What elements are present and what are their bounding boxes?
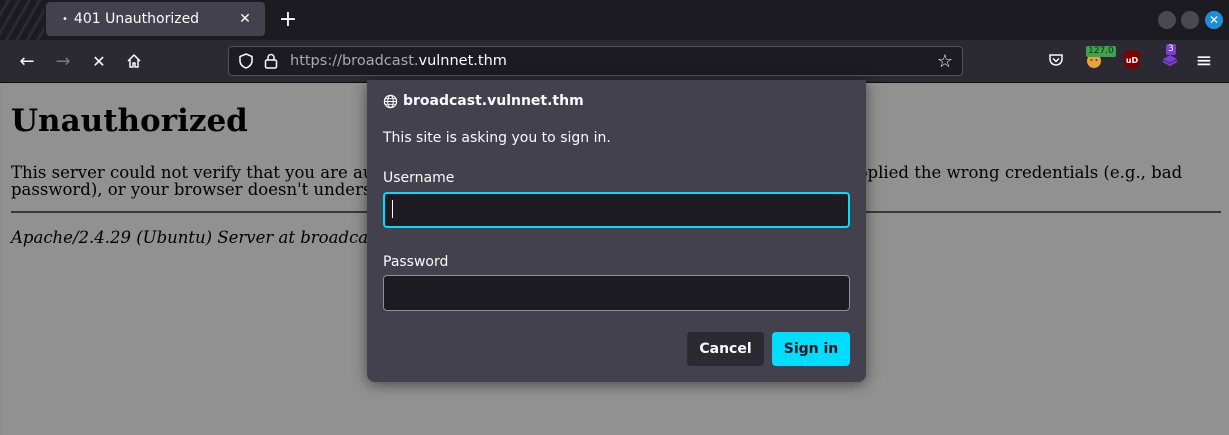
new-tab-button[interactable]: + [276,6,300,32]
window-maximize-button[interactable] [1181,11,1199,29]
pocket-button[interactable] [1046,50,1066,70]
ublock-shield-icon: uD [1124,51,1140,69]
home-icon [127,54,141,68]
purple-extension-badge: 3 [1166,44,1176,55]
auth-dialog: broadcast.vulnnet.thm This site is askin… [367,80,866,382]
globe-icon [383,94,398,108]
home-button[interactable] [122,49,146,73]
menu-hamburger-icon[interactable]: ≡ [1194,48,1214,72]
sign-in-button[interactable]: Sign in [772,332,850,366]
url-host: vulnnet.thm [418,53,507,69]
text-caret [392,200,393,218]
dialog-host: broadcast.vulnnet.thm [383,93,584,109]
window-close-button[interactable]: ✕ [1205,11,1223,29]
url-bar[interactable]: https://broadcast.vulnnet.thm ☆ [228,46,963,76]
url-text[interactable]: https://broadcast.vulnnet.thm [290,53,507,69]
dialog-host-text: broadcast.vulnnet.thm [403,93,584,109]
cancel-button[interactable]: Cancel [687,332,764,366]
purple-extension-button[interactable]: 3 [1160,44,1180,70]
dialog-prompt: This site is asking you to sign in. [383,130,611,146]
extension-counter-button[interactable]: 127.0 [1084,46,1116,70]
username-input[interactable] [383,192,850,228]
ublock-button[interactable]: uD [1122,50,1142,70]
url-scheme: https://broadcast. [290,53,419,69]
forward-button[interactable]: → [51,49,75,73]
back-button[interactable]: ← [15,49,39,73]
tabstrip-decoration [0,0,44,40]
tab-active[interactable]: • 401 Unauthorized ✕ [46,2,265,36]
tab-strip: • 401 Unauthorized ✕ + ✕ [0,0,1229,40]
shield-icon[interactable] [237,52,255,70]
tab-close-icon[interactable]: ✕ [235,9,255,29]
lock-icon[interactable] [263,52,279,70]
pocket-icon [1049,54,1063,66]
bookmark-star-icon[interactable]: ☆ [934,50,956,72]
extension-counter-badge: 127.0 [1086,46,1116,57]
loading-dot-icon: • [62,13,68,25]
tab-title: 401 Unauthorized [73,11,200,27]
stop-button[interactable]: ✕ [87,49,111,73]
window-minimize-button[interactable] [1158,11,1176,29]
navigation-toolbar: ← → ✕ https://broadcast.vulnnet.thm ☆ 12… [0,40,1229,83]
page-heading: Unauthorized [11,103,248,139]
username-label: Username [383,170,455,186]
password-input[interactable] [383,275,850,311]
password-label: Password [383,254,449,270]
